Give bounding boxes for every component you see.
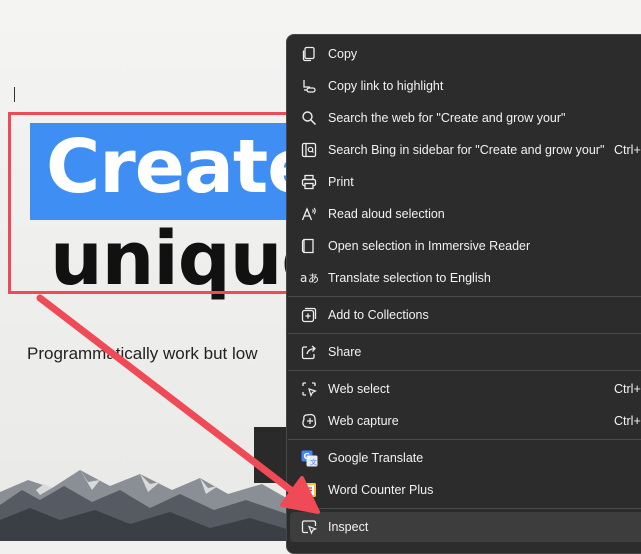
context-menu: Copy Copy link to highlight Search the w… xyxy=(286,34,641,554)
menu-separator xyxy=(288,370,641,371)
menu-item-google-translate[interactable]: G文 Google Translate xyxy=(287,443,641,473)
read-aloud-icon xyxy=(300,205,318,223)
svg-text:あ: あ xyxy=(308,272,318,285)
web-select-icon xyxy=(300,380,318,398)
menu-item-copy[interactable]: Copy xyxy=(287,39,641,69)
google-translate-icon: G文 xyxy=(300,449,318,467)
word-counter-icon xyxy=(300,481,318,499)
menu-item-label: Web capture xyxy=(328,414,399,428)
menu-item-label: Open selection in Immersive Reader xyxy=(328,239,531,253)
annotation-highlight-box xyxy=(8,112,293,294)
menu-item-web-capture[interactable]: Web capture Ctrl+ xyxy=(287,406,641,436)
menu-item-search-bing-sidebar[interactable]: Search Bing in sidebar for "Create and g… xyxy=(287,135,641,165)
menu-item-shortcut: Ctrl+ xyxy=(614,382,641,396)
menu-item-inspect[interactable]: Inspect xyxy=(290,512,641,542)
menu-item-shortcut: Ctrl+ xyxy=(614,414,641,428)
menu-item-read-aloud[interactable]: Read aloud selection xyxy=(287,199,641,229)
menu-item-copy-link-to-highlight[interactable]: Copy link to highlight xyxy=(287,71,641,101)
menu-item-immersive-reader[interactable]: Open selection in Immersive Reader xyxy=(287,231,641,261)
menu-item-label: Copy xyxy=(328,47,358,61)
search-icon xyxy=(300,109,318,127)
print-icon xyxy=(300,173,318,191)
menu-item-label: Print xyxy=(328,175,354,189)
translate-icon: aあ xyxy=(300,269,318,287)
menu-item-label: Search the web for "Create and grow your… xyxy=(328,111,566,125)
menu-item-label: Inspect xyxy=(328,520,369,534)
menu-item-share[interactable]: Share xyxy=(287,337,641,367)
share-icon xyxy=(300,343,318,361)
menu-item-label: Read aloud selection xyxy=(328,207,445,221)
page-subtitle: Programmatically work but low xyxy=(27,344,258,363)
menu-item-label: Google Translate xyxy=(328,451,424,465)
menu-item-label: Web select xyxy=(328,382,390,396)
menu-separator xyxy=(288,508,641,509)
menu-item-label: Search Bing in sidebar for "Create and g… xyxy=(328,143,605,157)
menu-item-web-select[interactable]: Web select Ctrl+ xyxy=(287,374,641,404)
menu-item-label: Word Counter Plus xyxy=(328,483,434,497)
inspect-icon xyxy=(300,518,318,536)
svg-text:a: a xyxy=(300,271,307,285)
menu-separator xyxy=(288,439,641,440)
immersive-reader-icon xyxy=(300,237,318,255)
text-caret xyxy=(14,87,15,102)
menu-item-translate[interactable]: aあ Translate selection to English xyxy=(287,263,641,293)
menu-item-add-to-collections[interactable]: Add to Collections xyxy=(287,300,641,330)
menu-separator xyxy=(288,296,641,297)
link-highlight-icon xyxy=(300,77,318,95)
menu-item-label: Share xyxy=(328,345,362,359)
menu-item-label: Translate selection to English xyxy=(328,271,491,285)
menu-item-search-web[interactable]: Search the web for "Create and grow your… xyxy=(287,103,641,133)
sidebar-search-icon xyxy=(300,141,318,159)
menu-item-shortcut: Ctrl+ xyxy=(614,143,641,157)
menu-item-word-counter-plus[interactable]: Word Counter Plus xyxy=(287,475,641,505)
web-capture-icon xyxy=(300,412,318,430)
copy-icon xyxy=(300,45,318,63)
menu-item-label: Copy link to highlight xyxy=(328,79,444,93)
svg-text:文: 文 xyxy=(310,457,317,466)
collections-icon xyxy=(300,306,318,324)
menu-separator xyxy=(288,333,641,334)
menu-item-label: Add to Collections xyxy=(328,308,429,322)
menu-item-print[interactable]: Print xyxy=(287,167,641,197)
